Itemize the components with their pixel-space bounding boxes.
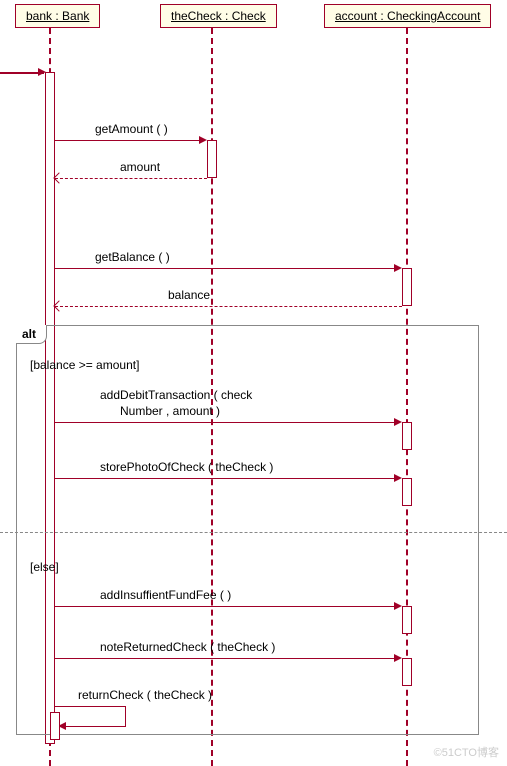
activation-bank-returncheck xyxy=(50,712,60,740)
lifeline-head-check: theCheck : Check xyxy=(160,4,277,28)
activation-account-adddebit xyxy=(402,422,412,450)
msg-addfee-arrow xyxy=(394,602,402,610)
msg-storephoto-arrow xyxy=(394,474,402,482)
msg-returncheck-label: returnCheck ( theCheck ) xyxy=(78,688,212,702)
self-msg-down xyxy=(125,706,126,726)
self-msg-out xyxy=(55,706,125,707)
msg-notereturned-arrow xyxy=(394,654,402,662)
msg-getamount-label: getAmount ( ) xyxy=(95,122,168,136)
self-msg-back xyxy=(64,726,126,727)
msg-getbalance-label: getBalance ( ) xyxy=(95,250,170,264)
msg-getamount-arrow xyxy=(199,136,207,144)
msg-storephoto-label: storePhotoOfCheck ( theCheck ) xyxy=(100,460,273,474)
alt-divider xyxy=(0,532,507,533)
return-amount-line xyxy=(55,178,207,179)
guard-else: [else] xyxy=(30,560,59,574)
activation-check-getamount xyxy=(207,140,217,178)
msg-getamount-line xyxy=(55,140,205,141)
lifeline-head-account: account : CheckingAccount xyxy=(324,4,491,28)
msg-storephoto-line xyxy=(55,478,400,479)
activation-account-storephoto xyxy=(402,478,412,506)
activation-account-getbalance xyxy=(402,268,412,306)
msg-adddebit-label: addDebitTransaction ( check xyxy=(100,388,252,402)
msg-notereturned-label: noteReturnedCheck ( theCheck ) xyxy=(100,640,275,654)
return-amount-arrow xyxy=(53,172,64,183)
watermark: ©51CTO博客 xyxy=(434,744,499,760)
return-amount-label: amount xyxy=(120,160,160,174)
msg-addfee-label: addInsuffientFundFee ( ) xyxy=(100,588,231,602)
return-balance-line xyxy=(55,306,402,307)
msg-adddebit-line xyxy=(55,422,400,423)
guard-balance-ge-amount: [balance >= amount] xyxy=(30,358,139,372)
msg-addfee-line xyxy=(55,606,400,607)
activation-account-notereturned xyxy=(402,658,412,686)
msg-getbalance-arrow xyxy=(394,264,402,272)
msg-adddebit-arrow xyxy=(394,418,402,426)
msg-notereturned-line xyxy=(55,658,400,659)
msg-adddebit-label2: Number , amount ) xyxy=(120,404,220,418)
return-balance-label: balance xyxy=(168,288,210,302)
alt-operator: alt xyxy=(16,325,47,344)
lifeline-head-bank: bank : Bank xyxy=(15,4,100,28)
activation-account-addfee xyxy=(402,606,412,634)
msg-getbalance-line xyxy=(55,268,400,269)
return-balance-arrow xyxy=(53,300,64,311)
